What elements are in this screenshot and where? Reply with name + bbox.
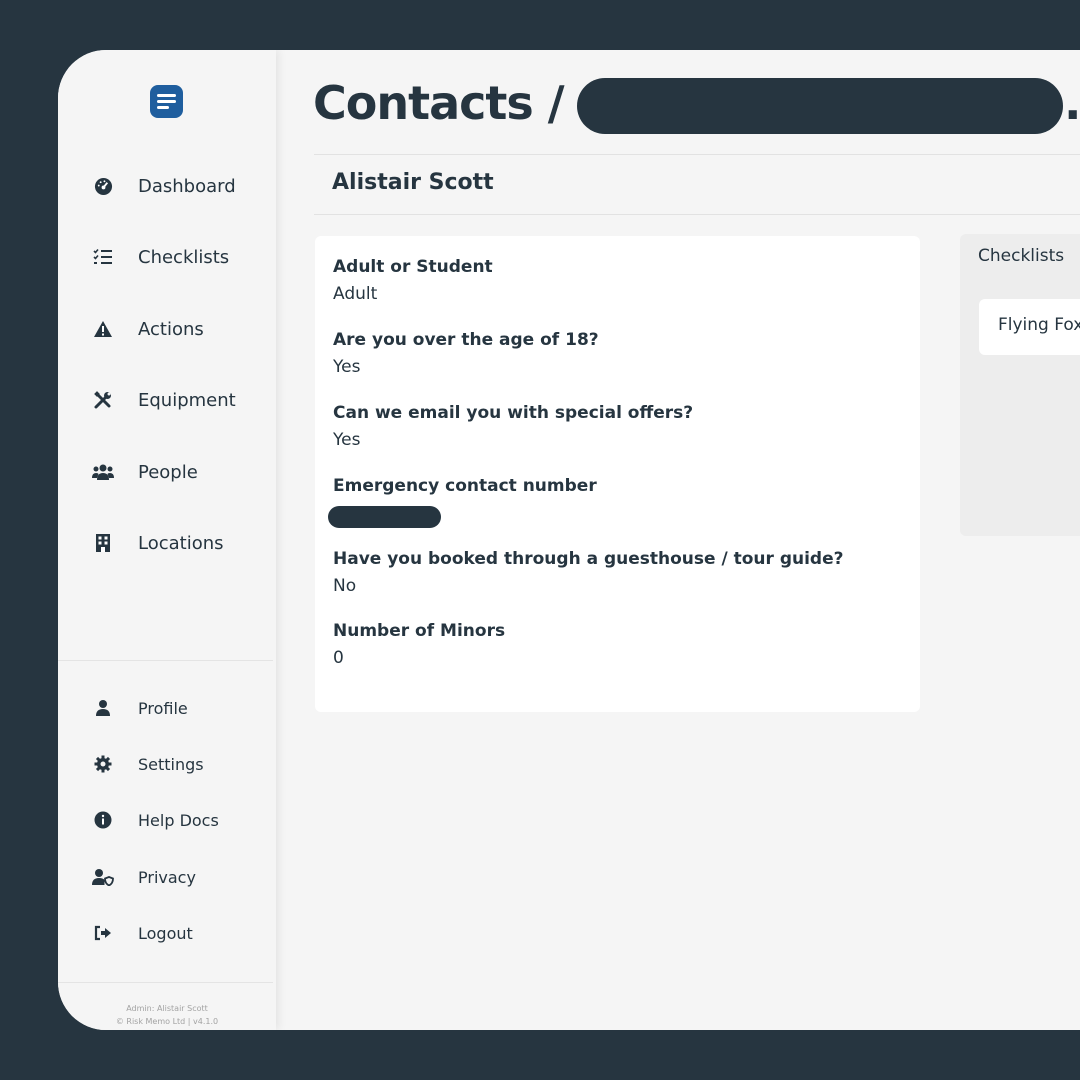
app-logo-icon[interactable]: [150, 85, 183, 118]
sidebar-item-label: Checklists: [138, 246, 230, 268]
header-divider: [314, 154, 1080, 155]
sidebar-divider: [58, 660, 273, 661]
contact-name-heading: Alistair Scott: [332, 170, 494, 195]
checklists-panel-title: Checklists: [978, 246, 1065, 266]
field-label: Number of Minors: [333, 621, 506, 641]
sidebar-item-label: Help Docs: [138, 810, 219, 830]
field-email-offers: Can we email you with special offers? Ye…: [333, 403, 693, 450]
warning-icon: [92, 318, 114, 340]
page-title: Contacts /: [313, 76, 565, 130]
redacted-title-block: [577, 78, 1063, 134]
sidebar-item-settings[interactable]: Settings: [58, 744, 276, 784]
sidebar-item-label: People: [138, 461, 198, 483]
field-value: Yes: [333, 357, 361, 377]
field-label: Emergency contact number: [333, 476, 597, 496]
building-icon: [92, 532, 114, 554]
gauge-icon: [92, 175, 114, 197]
sidebar-item-label: Actions: [138, 318, 204, 340]
checklists-panel: Checklists Flying Fox: [960, 234, 1080, 536]
contact-details-card: Adult or Student Adult Are you over the …: [315, 236, 920, 712]
sidebar-item-label: Privacy: [138, 867, 196, 887]
field-label: Have you booked through a guesthouse / t…: [333, 549, 844, 569]
field-value: Adult: [333, 284, 378, 304]
sidebar-item-label: Logout: [138, 923, 193, 943]
checklist-item[interactable]: Flying Fox: [979, 299, 1080, 355]
footer-admin: Admin: Alistair Scott: [126, 1004, 208, 1013]
checklist-item-label: Flying Fox: [998, 315, 1080, 335]
field-value: Yes: [333, 430, 361, 450]
sidebar: Dashboard Checklists Actions Equipment P: [58, 50, 276, 1030]
gear-icon: [92, 753, 114, 775]
field-label: Can we email you with special offers?: [333, 403, 694, 423]
sidebar-item-label: Profile: [138, 698, 188, 718]
sidebar-item-actions[interactable]: Actions: [58, 309, 276, 349]
sidebar-item-profile[interactable]: Profile: [58, 688, 276, 728]
field-value: 0: [333, 648, 344, 668]
field-over-18: Are you over the age of 18? Yes: [333, 330, 599, 377]
app-window: Dashboard Checklists Actions Equipment P: [58, 50, 1080, 1030]
sidebar-item-help-docs[interactable]: Help Docs: [58, 800, 276, 840]
sidebar-item-locations[interactable]: Locations: [58, 523, 276, 563]
sidebar-item-label: Equipment: [138, 389, 236, 411]
sidebar-item-label: Locations: [138, 532, 224, 554]
field-value: No: [333, 576, 357, 596]
field-number-of-minors: Number of Minors 0: [333, 621, 505, 668]
info-icon: [92, 809, 114, 831]
user-shield-icon: [92, 866, 114, 888]
sidebar-item-people[interactable]: People: [58, 452, 276, 492]
main-content: Contacts / .c Alistair Scott Adult or St…: [276, 50, 1080, 1030]
field-label: Are you over the age of 18?: [333, 330, 599, 350]
redacted-phone-number: [328, 506, 441, 528]
field-label: Adult or Student: [333, 257, 493, 277]
sidebar-divider: [58, 982, 273, 983]
sidebar-footer: Admin: Alistair Scott © Risk Memo Ltd | …: [58, 1002, 276, 1028]
header-divider: [314, 214, 1080, 215]
sidebar-item-dashboard[interactable]: Dashboard: [58, 166, 276, 206]
sidebar-item-logout[interactable]: Logout: [58, 913, 276, 953]
tools-icon: [92, 389, 114, 411]
sidebar-item-label: Dashboard: [138, 175, 236, 197]
page-title-suffix: .c: [1064, 76, 1080, 130]
sidebar-item-label: Settings: [138, 754, 204, 774]
sidebar-item-privacy[interactable]: Privacy: [58, 857, 276, 897]
footer-copyright: © Risk Memo Ltd | v4.1.0: [115, 1017, 219, 1026]
people-icon: [92, 461, 114, 483]
sidebar-item-checklists[interactable]: Checklists: [58, 237, 276, 277]
logout-icon: [92, 922, 114, 944]
sidebar-item-equipment[interactable]: Equipment: [58, 380, 276, 420]
checklist-icon: [92, 246, 114, 268]
field-booked-through-guesthouse: Have you booked through a guesthouse / t…: [333, 549, 843, 596]
field-emergency-contact: Emergency contact number: [328, 476, 597, 528]
field-adult-or-student: Adult or Student Adult: [333, 257, 493, 304]
user-icon: [92, 697, 114, 719]
